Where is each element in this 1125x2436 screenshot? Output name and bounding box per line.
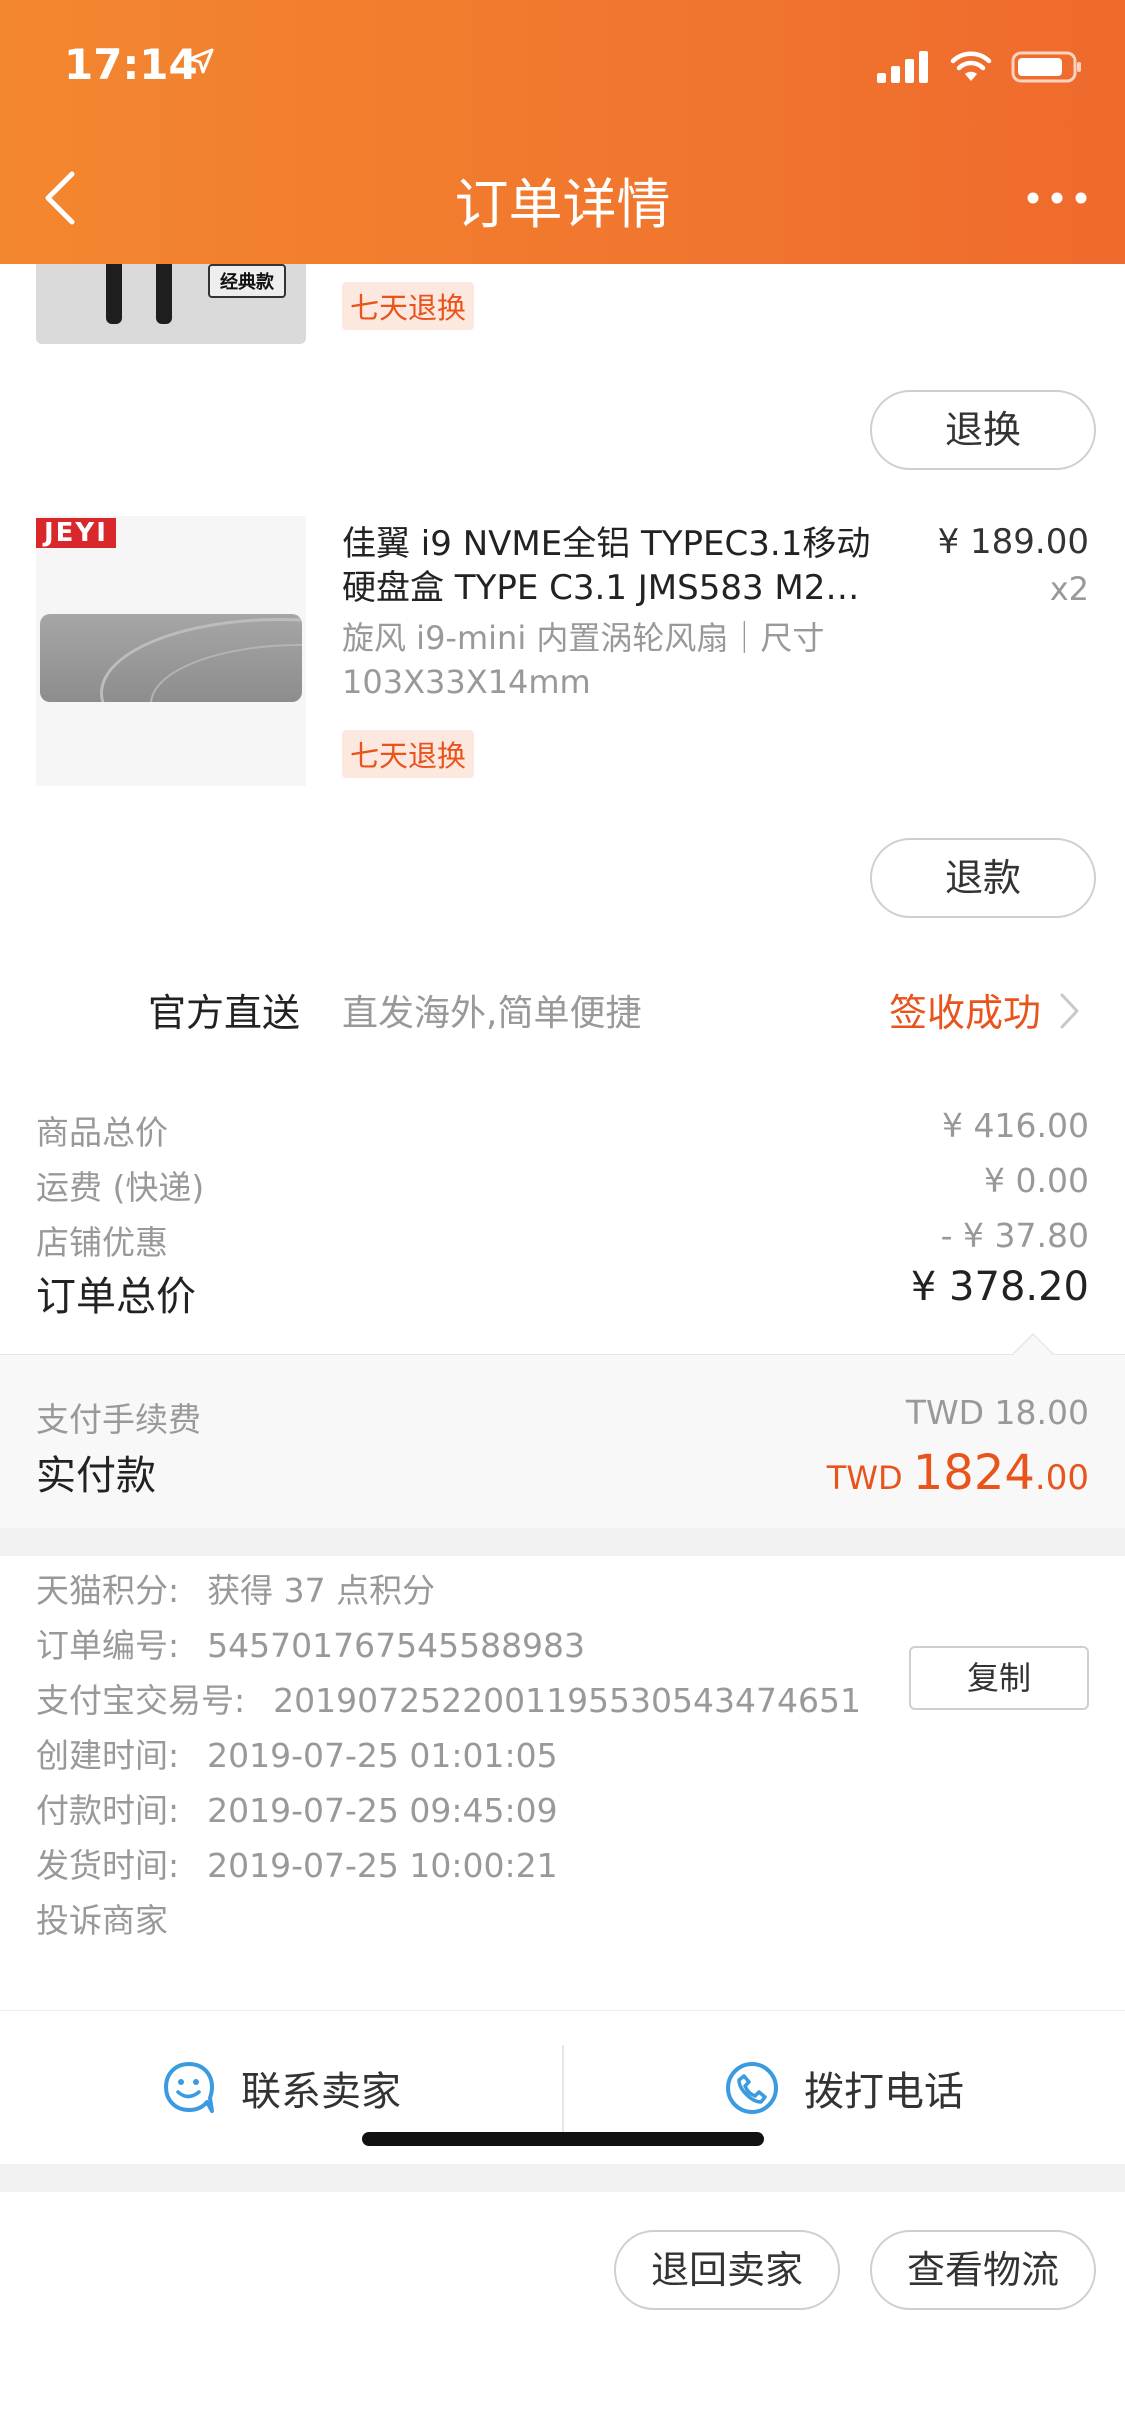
alipay-label: 支付宝交易号: [36,1681,246,1720]
wifi-icon [950,51,992,81]
top-bar: 17:14 订单详情 [0,0,1125,264]
order-number-label: 订单编号: [36,1626,180,1665]
more-icon[interactable] [1025,190,1089,206]
alipay-value: 2019072522001195530543474651 [273,1681,862,1720]
amount-paid-row: 实付款 TWD 1824.00 [36,1443,1089,1501]
order-info: 天猫积分: 获得 37 点积分 订单编号: 545701767545588983 支… [36,1564,1089,1949]
complain-seller-link[interactable]: 投诉商家 [36,1894,1089,1949]
shipping-method: 官方直送 [148,991,301,1035]
paid-time-row: 付款时间: 2019-07-25 09:45:09 [36,1784,1089,1839]
payment-summary: 支付手续费 TWD 18.00 实付款 TWD 1824.00 [0,1333,1125,1528]
freight-value: ¥ 0.00 [984,1161,1089,1200]
cable-shape [106,264,122,324]
product-spec: 旋风 i9-mini 内置涡轮风扇｜尺寸 103X33X14mm [342,616,902,704]
product-price: ¥ 189.00 [937,522,1089,562]
complain-seller-label[interactable]: 投诉商家 [36,1894,168,1942]
shipped-time-row: 发货时间: 2019-07-25 10:00:21 [36,1839,1089,1894]
product-quantity: x2 [1049,570,1089,608]
order-total-value: ¥ 378.20 [910,1264,1089,1310]
product-image-enclosure[interactable]: JEYI [36,516,306,786]
section-divider [0,2164,1125,2192]
exchange-button[interactable]: 退换 [870,390,1096,470]
order-detail-scroll[interactable]: 经典款 七天退换 退换 JEYI 佳翼 i9 NVME全铝 TYPEC3.1移动… [0,264,1125,2436]
created-time-value: 2019-07-25 01:01:05 [207,1736,558,1775]
signal-icon [877,51,928,83]
return-to-seller-button[interactable]: 退回卖家 [614,2230,840,2310]
paid-time-label: 付款时间: [36,1791,180,1830]
return-policy-badge: 七天退换 [342,282,475,330]
shipped-time-label: 发货时间: [36,1846,180,1885]
discount-row: 店铺优惠 - ¥ 37.80 [36,1216,1089,1264]
product-title-line: 佳翼 i9 NVME全铝 TYPEC3.1移动 [342,524,871,564]
product-image-label: 经典款 [208,264,286,298]
points-row: 天猫积分: 获得 37 点积分 [36,1564,1089,1619]
order-total-row: 订单总价 ¥ 378.20 [36,1264,1089,1322]
payment-fee-value: TWD 18.00 [905,1393,1089,1432]
status-icons [877,50,1083,84]
points-value: 获得 37 点积分 [207,1571,436,1610]
freight-row: 运费 (快递) ¥ 0.00 [36,1161,1089,1209]
freight-label: 运费 (快递) [36,1168,205,1207]
created-time-row: 创建时间: 2019-07-25 01:01:05 [36,1729,1089,1784]
goods-total-row: 商品总价 ¥ 416.00 [36,1106,1089,1154]
phone-icon [726,2062,778,2114]
product-title-line: 硬盘盒 TYPE C3.1 JMS583 M2… [342,568,860,608]
delivery-status-link[interactable]: 签收成功 [889,982,1041,1037]
chevron-right-icon[interactable] [1059,991,1081,1031]
section-divider [0,1528,1125,1556]
cable-shape [156,264,172,324]
product-spec-line: 103X33X14mm [342,663,591,701]
amount-paid-integer: 1824 [912,1445,1035,1501]
amount-paid-value: TWD 1824.00 [827,1445,1089,1501]
bottom-action-bar: 退回卖家 查看物流 [0,2192,1125,2436]
amount-paid-currency: TWD [826,1459,913,1497]
discount-label: 店铺优惠 [36,1223,168,1262]
order-total-label: 订单总价 [36,1274,196,1320]
chat-bubble-icon [164,2062,214,2113]
goods-total-value: ¥ 416.00 [942,1106,1089,1145]
brand-logo: JEYI [36,518,116,548]
location-arrow-icon [188,48,214,74]
payment-fee-label: 支付手续费 [36,1400,201,1439]
points-label: 天猫积分: [36,1571,180,1610]
product-image-cable[interactable]: 经典款 [36,264,306,344]
shipping-description: 直发海外,简单便捷 [342,993,642,1034]
amount-paid-decimal: .00 [1034,1458,1089,1498]
page-title: 订单详情 [454,173,671,236]
enclosure-shape [40,614,302,702]
contact-seller-label: 联系卖家 [241,2069,401,2115]
view-logistics-button[interactable]: 查看物流 [870,2230,1096,2310]
copy-order-number-button[interactable]: 复制 [909,1646,1089,1710]
battery-icon [1011,51,1081,83]
created-time-label: 创建时间: [36,1736,180,1775]
payment-fee-row: 支付手续费 TWD 18.00 [36,1393,1089,1441]
discount-value: - ¥ 37.80 [940,1216,1089,1255]
order-number-value: 545701767545588983 [207,1626,586,1665]
paid-time-value: 2019-07-25 09:45:09 [207,1791,558,1830]
product-spec-line: 旋风 i9-mini 内置涡轮风扇｜尺寸 [342,619,825,657]
pointer-notch [1012,1335,1054,1356]
shipped-time-value: 2019-07-25 10:00:21 [207,1846,558,1885]
amount-paid-label: 实付款 [36,1453,156,1499]
refund-button[interactable]: 退款 [870,838,1096,918]
home-indicator[interactable] [362,2132,764,2146]
return-policy-badge: 七天退换 [342,730,475,778]
status-time: 17:14 [64,40,198,89]
call-phone-label: 拨打电话 [804,2069,964,2115]
product-title[interactable]: 佳翼 i9 NVME全铝 TYPEC3.1移动 硬盘盒 TYPE C3.1 JM… [342,522,902,610]
goods-total-label: 商品总价 [36,1113,168,1152]
